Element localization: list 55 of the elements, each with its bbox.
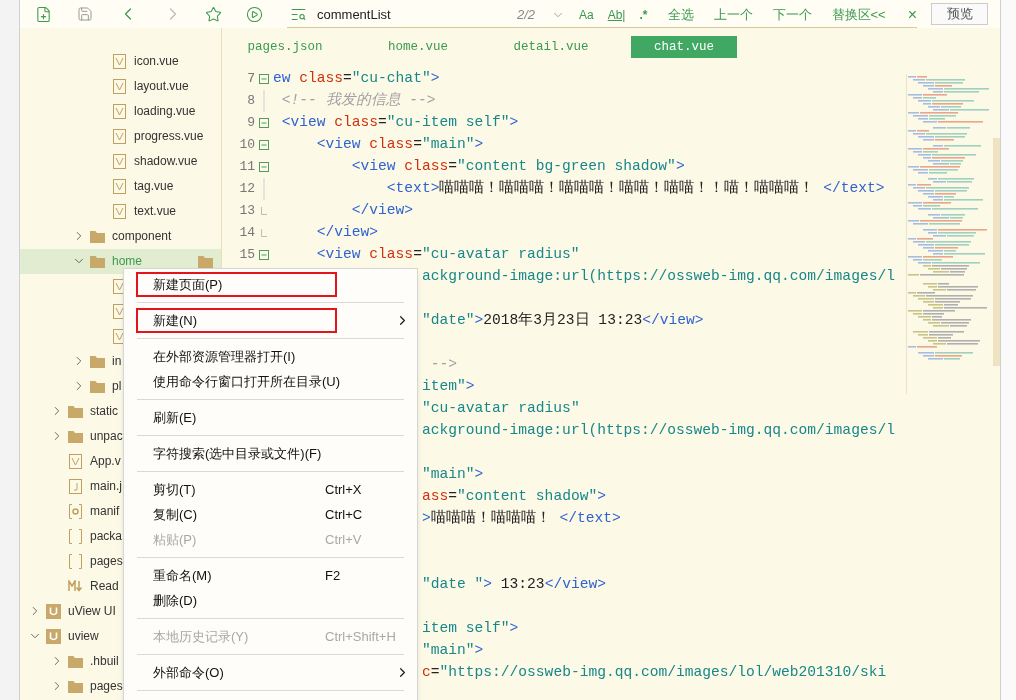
tree-item-label: static — [90, 403, 118, 420]
code-line: "date "> 13:23</view> — [422, 575, 606, 595]
line-number: 7 — [246, 70, 255, 89]
tree-item-label: packa — [90, 528, 123, 545]
tree-item-label: uView UI — [68, 603, 116, 620]
match-count: 2/2 — [516, 5, 535, 24]
code-line: <text>喵喵喵！喵喵喵！喵喵喵！喵喵！喵喵！！喵！喵喵喵！ </text> — [385, 179, 885, 199]
code-line: <!-- 我发的信息 --> — [280, 91, 436, 111]
tree-item-label: pages — [90, 553, 123, 570]
line-number: 11 — [238, 158, 255, 177]
tree-item-label: loading.vue — [134, 103, 196, 120]
tree-item-label: .hbuil — [90, 653, 119, 670]
tree-item-label: manif — [90, 503, 120, 520]
code-line: </view> — [315, 223, 379, 243]
tree-item-label: main.j — [90, 478, 122, 495]
tree-item-label: shadow.vue — [134, 153, 198, 170]
tree-item-label: unpac — [90, 428, 123, 445]
code-line: ackground-image:url(https://ossweb-img.qq.com/images/l — [422, 267, 895, 287]
tree-item-label: text.vue — [134, 203, 177, 220]
code-line: --> — [429, 355, 458, 375]
code-line: >喵喵喵！喵喵喵！ </text> — [422, 509, 621, 529]
code-line: <view class="main"> — [315, 135, 484, 155]
code-line: "main"> — [422, 465, 484, 485]
line-number: 12 — [238, 180, 255, 199]
tree-item-label: progress.vue — [134, 128, 204, 145]
tree-item-label: icon.vue — [134, 53, 179, 70]
code-line: </view> — [350, 201, 414, 221]
line-number: 8 — [246, 92, 255, 111]
code-line: c="https://ossweb-img.qq.com/images/lol/web201310/ski — [422, 663, 887, 683]
tree-item-label: pl — [112, 378, 122, 395]
code-line: "main"> — [422, 641, 484, 661]
code-line: <view class="cu-avatar radius" — [315, 245, 580, 265]
line-number: 9 — [246, 114, 255, 133]
code-line: item self"> — [422, 619, 519, 639]
code-line: "cu-avatar radius" — [422, 399, 580, 419]
code-line: ass="content shadow"> — [422, 487, 606, 507]
tree-item-label: App.v — [90, 453, 121, 470]
tree-item-label: in — [112, 353, 122, 370]
line-number: 14 — [238, 224, 255, 243]
code-line: item"> — [422, 377, 475, 397]
code-line: ackground-image:url(https://ossweb-img.qq.com/images/l — [422, 421, 895, 441]
code-line: <view class="content bg-green shadow"> — [350, 157, 685, 177]
tree-item-label: home — [112, 253, 143, 270]
code-line: "date">2018年3月23日 13:23</view> — [422, 311, 704, 331]
line-number: 13 — [238, 202, 255, 221]
tree-item-label: layout.vue — [134, 78, 189, 95]
tree-item-label: component — [112, 228, 172, 245]
code-line: ew class="cu-chat"> — [273, 69, 440, 89]
tree-item-label: uview — [68, 628, 99, 645]
tree-item-label: tag.vue — [134, 178, 174, 195]
tree-item-label: pages — [90, 678, 123, 695]
tree-item-label: Read — [90, 578, 119, 595]
code-line: <view class="cu-item self"> — [280, 113, 519, 133]
line-number: 10 — [238, 136, 255, 155]
line-number: 15 — [238, 246, 255, 265]
